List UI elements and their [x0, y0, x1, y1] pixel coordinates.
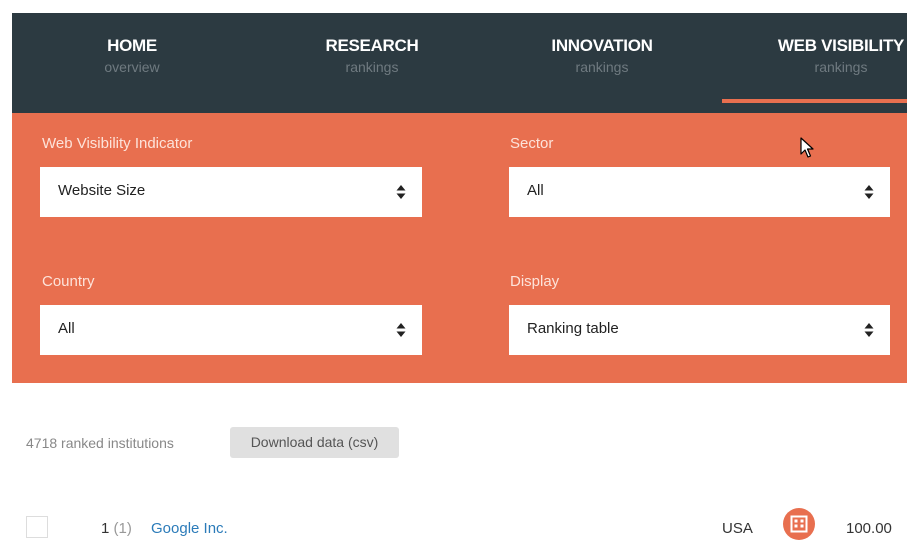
nav-item-title: RESEARCH — [325, 36, 419, 55]
filter-panel: Web Visibility Indicator Website Size Se… — [12, 113, 907, 383]
nav-item-research[interactable]: RESEARCH rankings — [302, 35, 442, 76]
nav-item-home[interactable]: HOME overview — [72, 35, 192, 76]
country-select-value: All — [58, 320, 75, 337]
sort-arrows-icon — [864, 323, 874, 337]
building-icon — [790, 515, 808, 533]
nav-item-title: WEB VISIBILITY — [777, 36, 905, 55]
sector-label: Sector — [510, 135, 554, 152]
sector-badge — [783, 508, 815, 540]
nav-item-web-visibility[interactable]: WEB VISIBILITY rankings — [756, 35, 907, 76]
ranked-count: 4718 ranked institutions — [26, 435, 174, 451]
sector-select[interactable]: All — [509, 167, 890, 217]
row-checkbox[interactable] — [26, 516, 48, 538]
sort-arrows-icon — [396, 323, 406, 337]
main-nav: HOME overview RESEARCH rankings INNOVATI… — [12, 13, 907, 113]
country-select[interactable]: All — [40, 305, 422, 355]
display-select-value: Ranking table — [527, 320, 619, 337]
nav-item-innovation[interactable]: INNOVATION rankings — [522, 35, 682, 76]
country-label: Country — [42, 273, 95, 290]
rank-previous: (1) — [113, 520, 132, 537]
download-csv-button[interactable]: Download data (csv) — [230, 427, 399, 458]
mouse-cursor-icon — [800, 137, 814, 158]
display-select[interactable]: Ranking table — [509, 305, 890, 355]
rank-current: 1 — [101, 520, 110, 537]
score-value: 100.00 — [846, 520, 892, 537]
sort-arrows-icon — [864, 185, 874, 199]
country-value: USA — [722, 520, 753, 537]
top-strip — [0, 0, 907, 13]
sector-select-value: All — [527, 182, 544, 199]
sort-arrows-icon — [396, 185, 406, 199]
nav-item-subtitle: overview — [104, 59, 160, 75]
rank-value: 1 (1) — [101, 520, 132, 537]
display-label: Display — [510, 273, 560, 290]
active-tab-indicator — [722, 99, 907, 103]
nav-item-title: INNOVATION — [551, 36, 653, 55]
nav-item-title: HOME — [107, 36, 157, 55]
table-row: 1 (1) Google Inc. USA 100.00 — [0, 508, 907, 540]
nav-item-subtitle: rankings — [345, 59, 399, 75]
institution-link[interactable]: Google Inc. — [151, 520, 228, 537]
nav-item-subtitle: rankings — [814, 59, 868, 75]
nav-item-subtitle: rankings — [575, 59, 629, 75]
indicator-select-value: Website Size — [58, 182, 146, 199]
indicator-label: Web Visibility Indicator — [42, 135, 193, 152]
indicator-select[interactable]: Website Size — [40, 167, 422, 217]
